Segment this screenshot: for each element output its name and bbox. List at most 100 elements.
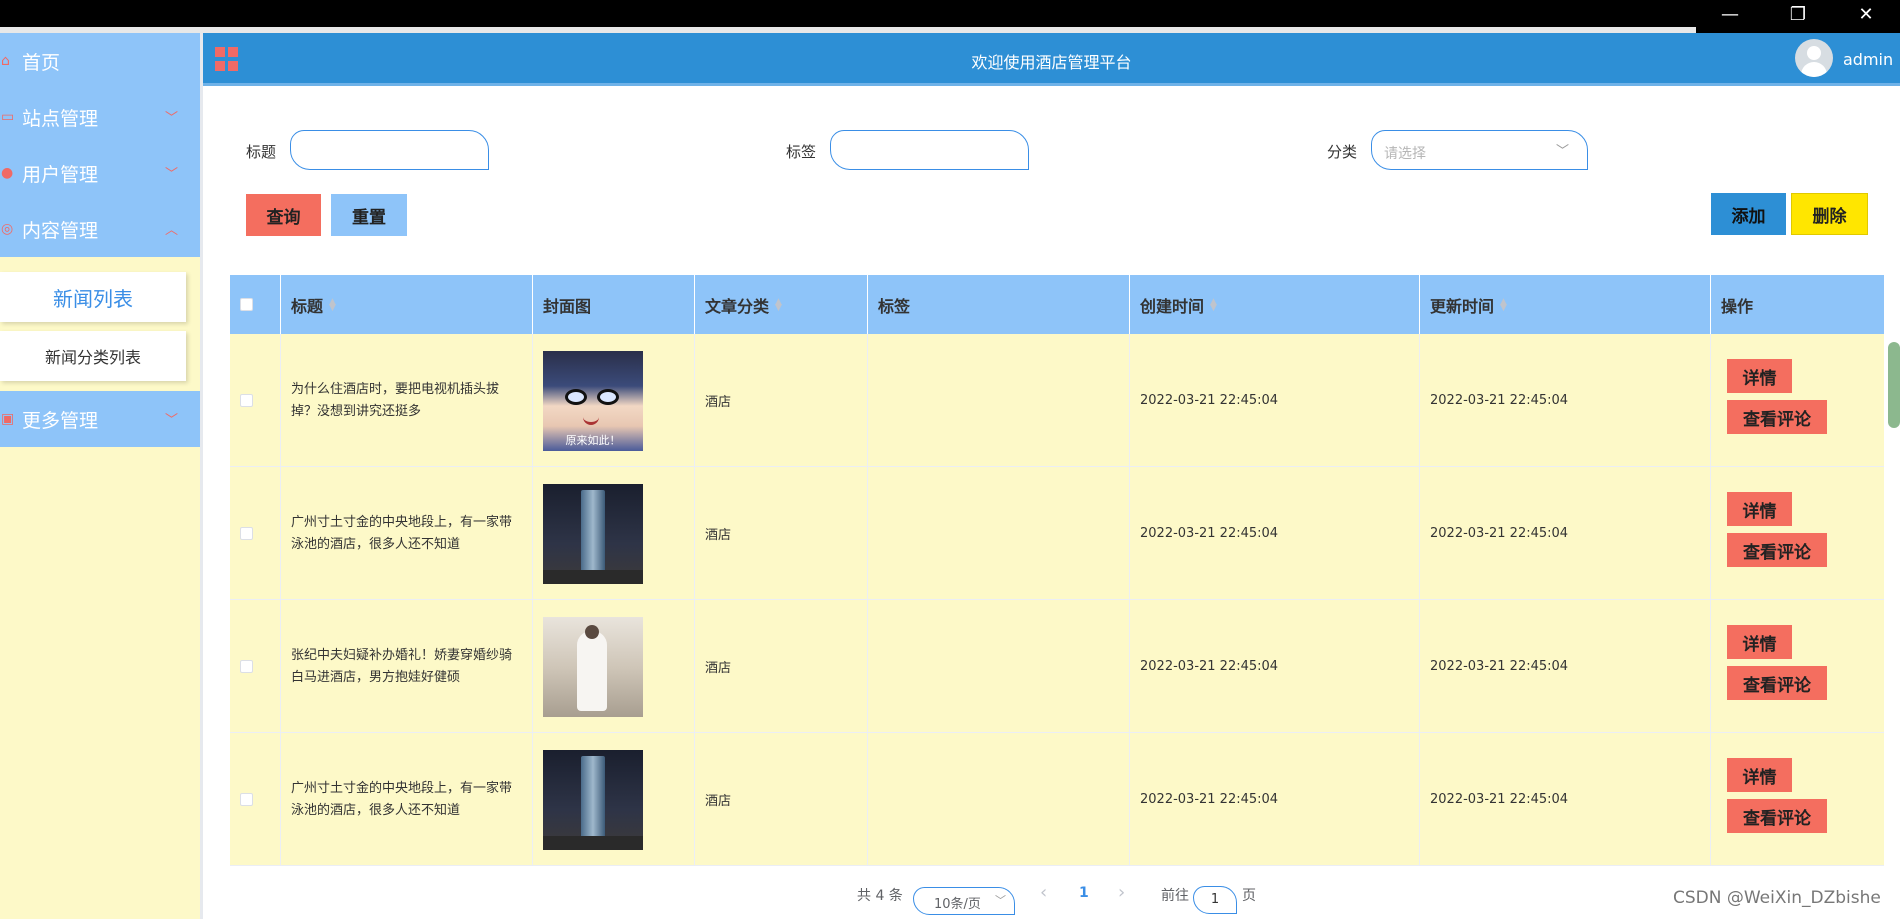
detail-button[interactable]: 详情 (1727, 359, 1792, 393)
column-header-updated[interactable]: 更新时间 ▲ ▼ (1420, 275, 1711, 334)
view-comments-button[interactable]: 查看评论 (1727, 666, 1827, 700)
table-row: 为什么住酒店时，要把电视机插头拔掉？没想到讲究还挺多 原来如此！ 酒店 2022… (230, 334, 1884, 467)
sidebar-item-content[interactable]: ◎ 内容管理 ︿ (0, 201, 200, 257)
row-updated: 2022-03-21 22:45:04 (1420, 733, 1711, 866)
chevron-up-icon: ︿ (164, 223, 178, 238)
view-comments-button[interactable]: 查看评论 (1727, 533, 1827, 567)
sidebar-item-label: 更多管理 (22, 409, 99, 432)
title-filter-input[interactable] (290, 130, 489, 170)
tag-filter-label: 标签 (786, 143, 817, 161)
column-header-actions: 操作 (1721, 296, 1754, 316)
chevron-down-icon: ﹀ (164, 111, 178, 126)
sidebar-item-label: 内容管理 (22, 219, 99, 242)
monitor-icon: ▭ (1, 109, 15, 125)
prev-page-button[interactable]: ‹ (1040, 882, 1047, 912)
category-filter-label: 分类 (1327, 143, 1358, 161)
category-select-placeholder: 请选择 (1384, 146, 1426, 162)
goto-suffix: 页 (1242, 888, 1256, 904)
row-category: 酒店 (695, 600, 868, 733)
view-comments-button[interactable]: 查看评论 (1727, 400, 1827, 434)
sidebar-item-home[interactable]: ⌂ 首页 (0, 33, 200, 89)
sidebar-item-site[interactable]: ▭ 站点管理 ﹀ (0, 89, 200, 145)
reset-button[interactable]: 重置 (331, 194, 407, 236)
pagination-total: 共 4 条 (857, 888, 903, 904)
sidebar-item-label: 站点管理 (22, 107, 99, 130)
vertical-scrollbar[interactable] (1888, 342, 1900, 428)
detail-button[interactable]: 详情 (1727, 625, 1792, 659)
delete-button[interactable]: 删除 (1791, 193, 1868, 235)
header-bar: 欢迎使用酒店管理平台 admin (203, 33, 1900, 86)
username[interactable]: admin (1843, 50, 1893, 69)
detail-button[interactable]: 详情 (1727, 758, 1792, 792)
sidebar-item-users[interactable]: ● 用户管理 ﹀ (0, 145, 200, 201)
row-category: 酒店 (695, 334, 868, 467)
column-header-title[interactable]: 标题 ▲ ▼ (281, 275, 533, 334)
row-created: 2022-03-21 22:45:04 (1130, 733, 1420, 866)
table-row: 广州寸土寸金的中央地段上，有一家带泳池的酒店，很多人还不知道 酒店 2022-0… (230, 733, 1884, 866)
home-icon: ⌂ (1, 53, 10, 69)
query-button[interactable]: 查询 (246, 194, 321, 236)
select-all-cell (230, 275, 281, 334)
row-tags (868, 600, 1130, 733)
row-checkbox[interactable] (240, 793, 253, 806)
sidebar-item-more[interactable]: ▣ 更多管理 ﹀ (0, 391, 200, 447)
page-number-current[interactable]: 1 (1079, 885, 1089, 915)
sidebar-subitem-news-list[interactable]: 新闻列表 (0, 272, 186, 322)
cover-cell: 原来如此！ (533, 334, 695, 467)
row-updated: 2022-03-21 22:45:04 (1420, 600, 1711, 733)
row-title: 为什么住酒店时，要把电视机插头拔掉？没想到讲究还挺多 (281, 334, 533, 467)
goto-label: 前往 (1161, 888, 1189, 904)
avatar[interactable] (1795, 39, 1833, 77)
sort-icon[interactable]: ▲ ▼ (775, 297, 785, 312)
row-checkbox[interactable] (240, 394, 253, 407)
sidebar-subitem-label: 新闻分类列表 (44, 348, 141, 367)
view-comments-button[interactable]: 查看评论 (1727, 799, 1827, 833)
page-size-select[interactable]: 10条/页 ﹀ (913, 887, 1015, 915)
close-icon[interactable]: ✕ (1846, 2, 1886, 26)
minimize-icon[interactable]: — (1710, 2, 1750, 26)
more-icon: ▣ (1, 411, 15, 427)
sidebar-item-label: 首页 (22, 51, 61, 74)
row-checkbox[interactable] (240, 660, 253, 673)
row-created: 2022-03-21 22:45:04 (1130, 467, 1420, 600)
row-updated: 2022-03-21 22:45:04 (1420, 334, 1711, 467)
chevron-down-icon: ﹀ (1555, 144, 1569, 159)
page-title: 欢迎使用酒店管理平台 (971, 53, 1132, 72)
next-page-button[interactable]: › (1118, 882, 1125, 912)
sidebar-subitem-news-category[interactable]: 新闻分类列表 (0, 331, 186, 381)
sidebar-divider (200, 33, 203, 919)
row-title: 张纪中夫妇疑补办婚礼！娇妻穿婚纱骑白马进酒店，男方抱娃好健硕 (281, 600, 533, 733)
chevron-down-icon: ﹀ (995, 894, 1006, 907)
category-select[interactable]: 请选择 ﹀ (1371, 130, 1588, 170)
row-category: 酒店 (695, 733, 868, 866)
table-row: 广州寸土寸金的中央地段上，有一家带泳池的酒店，很多人还不知道 酒店 2022-0… (230, 467, 1884, 600)
goto-page-input[interactable]: 1 (1193, 886, 1237, 914)
cover-image (543, 749, 643, 850)
table-row: 张纪中夫妇疑补办婚礼！娇妻穿婚纱骑白马进酒店，男方抱娃好健硕 酒店 2022-0… (230, 600, 1884, 733)
sidebar-item-label: 用户管理 (22, 163, 99, 186)
sidebar-subitem-label: 新闻列表 (53, 286, 133, 311)
sidebar: ⌂ 首页 ▭ 站点管理 ﹀ ● 用户管理 ﹀ ◎ 内容管理 ︿ 新闻列表 新闻分… (0, 33, 200, 919)
cover-image (543, 483, 643, 584)
sort-icon[interactable]: ▲ ▼ (1500, 297, 1510, 312)
title-filter-label: 标题 (246, 143, 277, 161)
detail-button[interactable]: 详情 (1727, 492, 1792, 526)
user-icon: ● (1, 165, 14, 181)
add-button[interactable]: 添加 (1711, 193, 1786, 235)
row-tags (868, 467, 1130, 600)
select-all-checkbox[interactable] (240, 298, 253, 311)
row-title: 广州寸土寸金的中央地段上，有一家带泳池的酒店，很多人还不知道 (281, 467, 533, 600)
sort-icon[interactable]: ▲ ▼ (1210, 297, 1220, 312)
tag-filter-input[interactable] (830, 130, 1029, 170)
column-header-created[interactable]: 创建时间 ▲ ▼ (1130, 275, 1420, 334)
watermark: CSDN @WeiXin_DZbishe (1673, 888, 1881, 908)
sort-icon[interactable]: ▲ ▼ (329, 297, 339, 312)
cover-cell (533, 733, 695, 866)
row-tags (868, 334, 1130, 467)
row-category: 酒店 (695, 467, 868, 600)
column-header-category[interactable]: 文章分类 ▲ ▼ (695, 275, 868, 334)
table-header: 标题 ▲ ▼ 封面图 文章分类 ▲ ▼ 标签 创建时间 ▲ ▼ 更新时间 ▲ ▼ 操作 (230, 275, 1884, 334)
row-checkbox[interactable] (240, 527, 253, 540)
chevron-down-icon: ﹀ (164, 413, 178, 428)
restore-icon[interactable]: ❐ (1778, 2, 1818, 26)
